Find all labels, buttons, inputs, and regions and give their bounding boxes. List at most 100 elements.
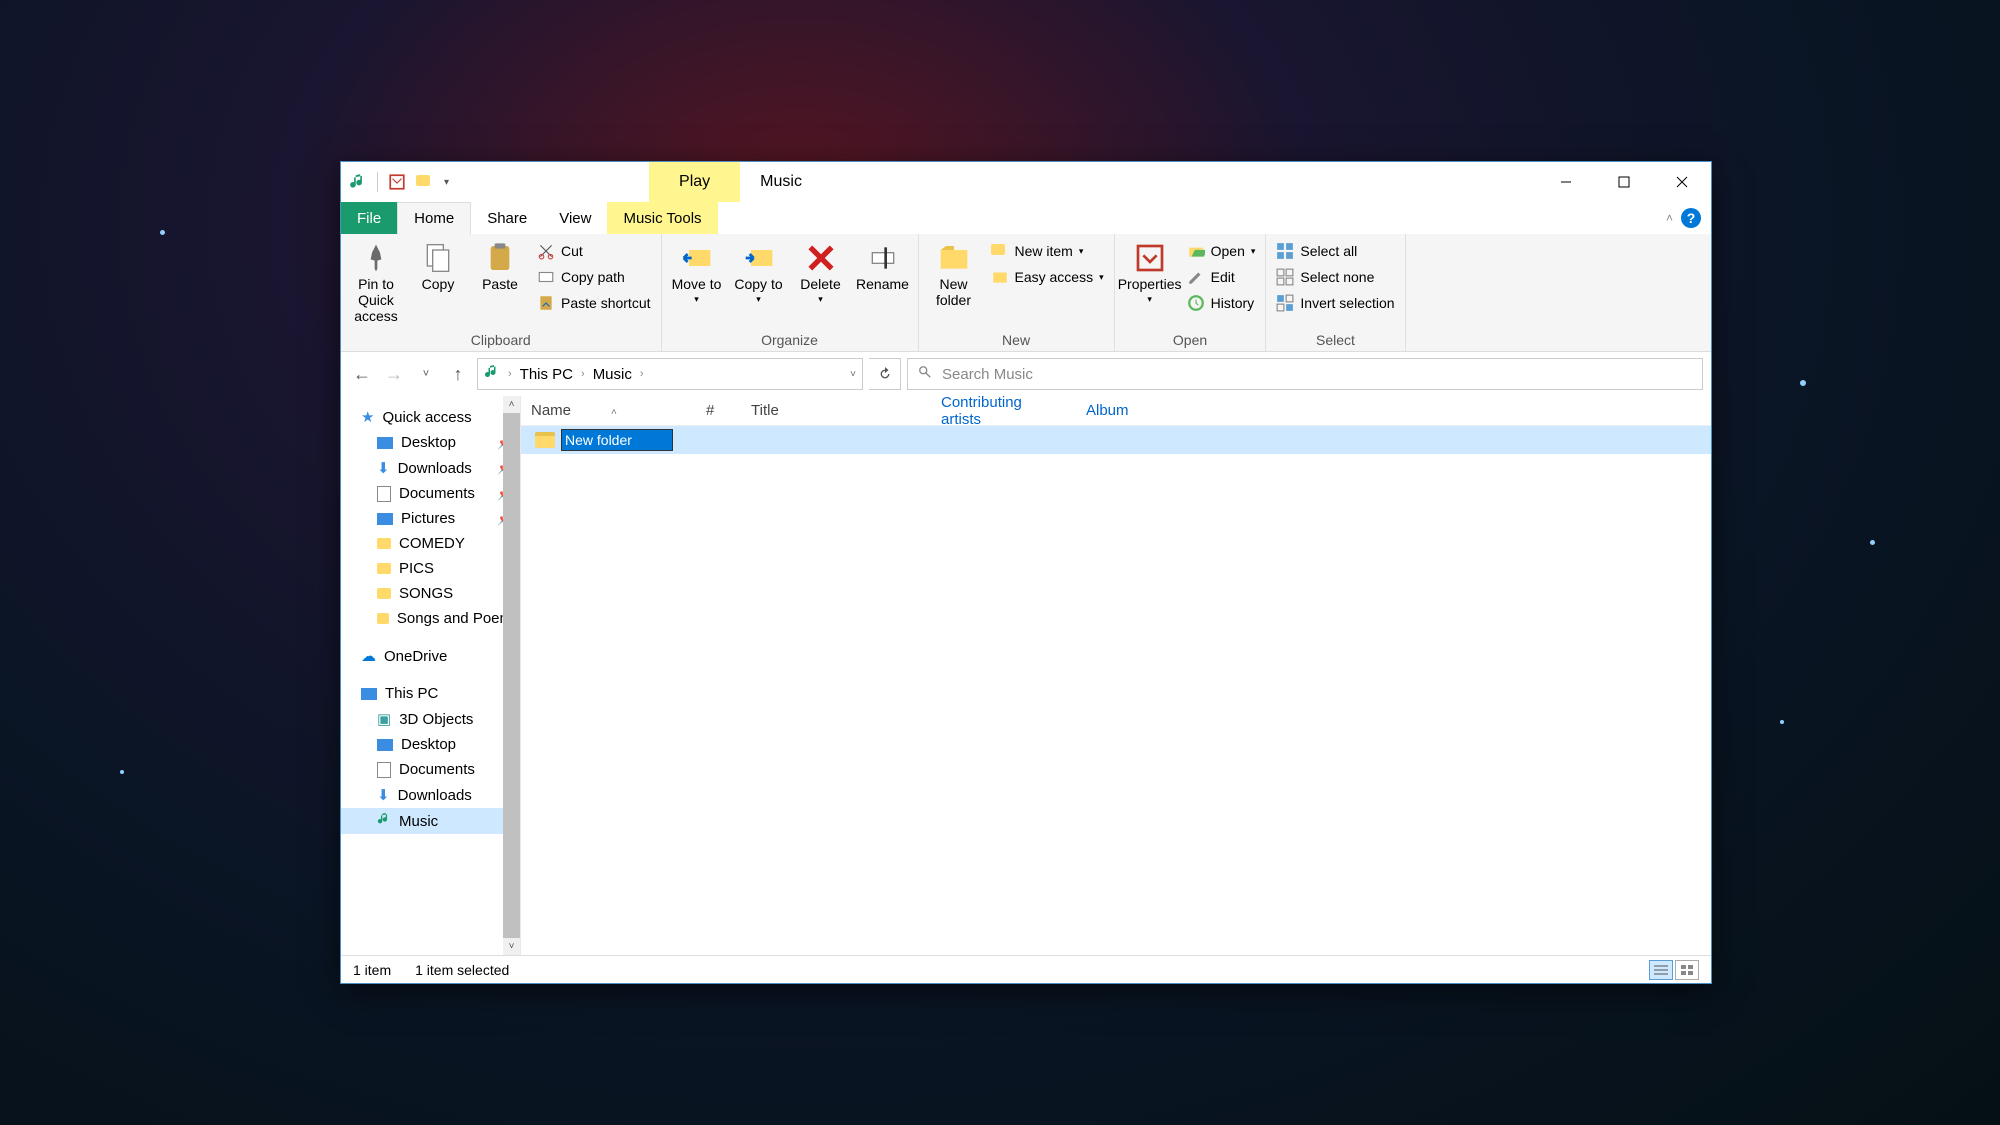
- easy-access-icon: [991, 268, 1009, 286]
- scroll-thumb[interactable]: [503, 413, 520, 938]
- tab-share[interactable]: Share: [471, 202, 543, 234]
- search-box[interactable]: Search Music: [907, 358, 1703, 390]
- nav-documents-2[interactable]: Documents: [341, 757, 520, 782]
- breadcrumb-this-pc[interactable]: This PC: [520, 366, 573, 383]
- column-artists[interactable]: Contributing artists: [931, 396, 1076, 428]
- rename-icon: [867, 242, 899, 274]
- ribbon-group-select: Select all Select none Invert selection …: [1266, 234, 1405, 351]
- rename-input[interactable]: [561, 429, 673, 451]
- nav-desktop-2[interactable]: Desktop: [341, 732, 520, 757]
- tab-home[interactable]: Home: [397, 202, 471, 234]
- ribbon-group-open: Properties▾ Open ▾ Edit History Open: [1115, 234, 1267, 351]
- delete-button[interactable]: Delete▾: [792, 238, 850, 305]
- nav-quick-access[interactable]: ★Quick access: [341, 404, 520, 430]
- pin-icon: [360, 242, 392, 274]
- refresh-button[interactable]: [869, 358, 901, 390]
- pin-to-quick-access-button[interactable]: Pin to Quick access: [347, 238, 405, 324]
- tab-view[interactable]: View: [543, 202, 607, 234]
- column-title[interactable]: Title: [741, 402, 931, 419]
- nav-onedrive[interactable]: ☁OneDrive: [341, 643, 520, 669]
- nav-this-pc[interactable]: This PC: [341, 681, 520, 706]
- column-album[interactable]: Album: [1076, 402, 1236, 419]
- details-view-button[interactable]: [1649, 960, 1673, 980]
- nav-music[interactable]: Music: [341, 808, 520, 834]
- new-item-button[interactable]: New item ▾: [987, 240, 1108, 262]
- nav-pictures[interactable]: Pictures📌: [341, 506, 520, 531]
- breadcrumb-separator: ›: [508, 368, 512, 380]
- edit-button[interactable]: Edit: [1183, 266, 1260, 288]
- copy-path-button[interactable]: Copy path: [533, 266, 655, 288]
- column-number[interactable]: #: [696, 402, 741, 419]
- invert-icon: [1276, 294, 1294, 312]
- file-row-new-folder[interactable]: [521, 426, 1711, 454]
- qat-dropdown-icon[interactable]: ▾: [444, 177, 449, 188]
- sort-indicator-icon: ˄: [611, 407, 617, 418]
- nav-documents[interactable]: Documents📌: [341, 481, 520, 506]
- nav-pics[interactable]: PICS: [341, 556, 520, 581]
- new-folder-qat-icon[interactable]: [416, 173, 434, 191]
- folder-icon: [377, 563, 391, 574]
- nav-downloads[interactable]: ⬇Downloads📌: [341, 455, 520, 481]
- minimize-button[interactable]: [1537, 162, 1595, 202]
- folder-icon: [535, 432, 555, 448]
- address-dropdown-icon[interactable]: ˅: [850, 369, 856, 380]
- star-icon: ★: [361, 408, 374, 426]
- desktop-icon: [377, 437, 393, 449]
- new-item-icon: [991, 242, 1009, 260]
- column-name[interactable]: Name˄: [521, 402, 696, 419]
- scroll-up-icon[interactable]: ˄: [503, 396, 520, 413]
- properties-button[interactable]: Properties▾: [1121, 238, 1179, 305]
- copy-to-icon: [743, 242, 775, 274]
- breadcrumb-music[interactable]: Music: [593, 366, 632, 383]
- new-folder-button[interactable]: New folder: [925, 238, 983, 308]
- address-bar[interactable]: › This PC › Music › ˅: [477, 358, 863, 390]
- maximize-button[interactable]: [1595, 162, 1653, 202]
- select-all-button[interactable]: Select all: [1272, 240, 1398, 262]
- nav-comedy[interactable]: COMEDY: [341, 531, 520, 556]
- history-icon: [1187, 294, 1205, 312]
- nav-desktop[interactable]: Desktop📌: [341, 430, 520, 455]
- titlebar: ▾ Play Music: [341, 162, 1711, 202]
- tab-music-tools[interactable]: Music Tools: [607, 202, 717, 234]
- document-icon: [377, 762, 391, 778]
- thumbnails-view-button[interactable]: [1675, 960, 1699, 980]
- collapse-ribbon-icon[interactable]: ˄: [1666, 211, 1673, 225]
- organize-group-label: Organize: [662, 332, 918, 351]
- recent-dropdown[interactable]: ˅: [413, 361, 439, 387]
- nav-songs-and-poems[interactable]: Songs and Poem: [341, 606, 520, 631]
- select-none-button[interactable]: Select none: [1272, 266, 1398, 288]
- nav-scrollbar[interactable]: ˄ ˅: [503, 396, 520, 955]
- pc-icon: [361, 688, 377, 700]
- help-icon[interactable]: ?: [1681, 208, 1701, 228]
- forward-button[interactable]: →: [381, 361, 407, 387]
- copy-path-icon: [537, 268, 555, 286]
- scroll-down-icon[interactable]: ˅: [503, 938, 520, 955]
- download-icon: ⬇: [377, 786, 390, 804]
- status-bar: 1 item 1 item selected: [341, 955, 1711, 983]
- copy-button[interactable]: Copy: [409, 238, 467, 292]
- paste-shortcut-button[interactable]: Paste shortcut: [533, 292, 655, 314]
- edit-icon: [1187, 268, 1205, 286]
- ribbon: Pin to Quick access Copy Paste Cut Copy …: [341, 234, 1711, 352]
- column-headers: Name˄ # Title Contributing artists Album: [521, 396, 1711, 426]
- rename-button[interactable]: Rename: [854, 238, 912, 292]
- open-button[interactable]: Open ▾: [1183, 240, 1260, 262]
- move-to-button[interactable]: Move to▾: [668, 238, 726, 305]
- history-button[interactable]: History: [1183, 292, 1260, 314]
- copy-to-button[interactable]: Copy to▾: [730, 238, 788, 305]
- play-context-tab[interactable]: Play: [649, 162, 740, 202]
- nav-3d-objects[interactable]: ▣3D Objects: [341, 706, 520, 732]
- tab-file[interactable]: File: [341, 202, 397, 234]
- invert-selection-button[interactable]: Invert selection: [1272, 292, 1398, 314]
- up-button[interactable]: ↑: [445, 361, 471, 387]
- easy-access-button[interactable]: Easy access ▾: [987, 266, 1108, 288]
- properties-qat-icon[interactable]: [388, 173, 406, 191]
- back-button[interactable]: ←: [349, 361, 375, 387]
- cut-button[interactable]: Cut: [533, 240, 655, 262]
- paste-button[interactable]: Paste: [471, 238, 529, 292]
- nav-downloads-2[interactable]: ⬇Downloads: [341, 782, 520, 808]
- document-icon: [377, 486, 391, 502]
- close-button[interactable]: [1653, 162, 1711, 202]
- select-none-icon: [1276, 268, 1294, 286]
- nav-songs[interactable]: SONGS: [341, 581, 520, 606]
